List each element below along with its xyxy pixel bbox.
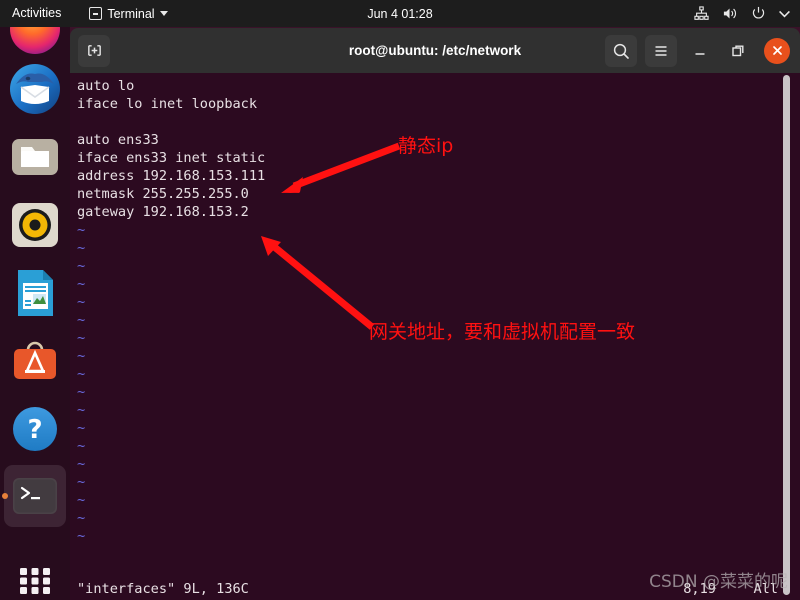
minimize-button[interactable] [685, 36, 715, 66]
chevron-down-icon [159, 11, 168, 16]
vim-tilde-marker: ~ [77, 312, 86, 328]
vim-tilde-marker: ~ [77, 510, 86, 526]
vim-line: netmask 255.255.255.0 [77, 186, 249, 202]
dock-item-show-applications[interactable] [9, 555, 61, 600]
volume-icon[interactable] [722, 6, 738, 21]
desktop-screen: Activities Terminal Jun 4 01:28 ? root@u… [0, 0, 800, 600]
dock-item-firefox[interactable] [9, 27, 61, 55]
dock-item-rhythmbox[interactable] [9, 199, 61, 251]
vim-status-position: 8,19 [683, 581, 716, 597]
vim-line: iface ens33 inet static [77, 150, 266, 166]
vim-line: iface lo inet loopback [77, 96, 258, 112]
vim-tilde-marker: ~ [77, 366, 86, 382]
dock-item-terminal[interactable] [9, 470, 61, 522]
new-tab-button[interactable] [78, 34, 110, 67]
vim-tilde-marker: ~ [77, 348, 86, 364]
dock-running-indicator [2, 493, 8, 499]
vim-tilde-marker: ~ [77, 258, 86, 274]
vim-tilde-marker: ~ [77, 420, 86, 436]
maximize-button[interactable] [723, 36, 753, 66]
vim-buffer: auto lo iface lo inet loopback auto ens33 i… [70, 73, 800, 600]
ubuntu-dock: ? [0, 27, 70, 600]
menu-button[interactable] [645, 34, 677, 67]
terminal-window: root@ubuntu: /etc/network auto lo iface … [70, 28, 800, 600]
vim-tilde-marker: ~ [77, 402, 86, 418]
vim-tilde-marker: ~ [77, 294, 86, 310]
vim-status-file: "interfaces" 9L, 136C [77, 581, 249, 597]
svg-text:?: ? [27, 415, 42, 445]
vim-line: address 192.168.153.111 [77, 168, 266, 184]
network-wired-icon[interactable] [694, 6, 709, 21]
vim-tilde-marker: ~ [77, 492, 86, 508]
titlebar-controls [605, 28, 800, 73]
power-icon[interactable] [751, 6, 766, 21]
activities-button[interactable]: Activities [0, 0, 71, 27]
app-menu-terminal[interactable]: Terminal [89, 6, 168, 21]
vim-line: gateway 192.168.153.2 [77, 204, 249, 220]
dock-item-files[interactable] [9, 131, 61, 183]
gnome-top-bar: Activities Terminal Jun 4 01:28 [0, 0, 800, 27]
vim-tilde-marker: ~ [77, 456, 86, 472]
app-menu-label: Terminal [107, 6, 155, 21]
window-titlebar[interactable]: root@ubuntu: /etc/network [70, 28, 800, 73]
vim-tilde-marker: ~ [77, 474, 86, 490]
terminal-content[interactable]: auto lo iface lo inet loopback auto ens33 i… [70, 73, 800, 600]
vim-tilde-marker: ~ [77, 438, 86, 454]
vim-tilde-marker: ~ [77, 384, 86, 400]
dock-item-help[interactable]: ? [9, 403, 61, 455]
dock-item-thunderbird[interactable] [9, 63, 61, 115]
vim-tilde-marker: ~ [77, 528, 86, 544]
vim-tilde-marker: ~ [77, 276, 86, 292]
tray-chevron-down-icon[interactable] [779, 10, 790, 18]
vim-status-scroll: All [753, 581, 778, 597]
search-button[interactable] [605, 34, 637, 67]
vim-line: auto lo [77, 78, 135, 94]
dock-item-libreoffice-writer[interactable] [9, 267, 61, 319]
vim-tilde-marker: ~ [77, 330, 86, 346]
dock-item-ubuntu-software[interactable] [9, 335, 61, 387]
system-tray[interactable] [694, 0, 790, 27]
vim-line: auto ens33 [77, 132, 159, 148]
vim-tilde-marker: ~ [77, 222, 86, 238]
close-button[interactable] [764, 37, 790, 64]
vim-tilde-marker: ~ [77, 240, 86, 256]
terminal-scrollbar[interactable] [783, 75, 790, 595]
terminal-icon [89, 7, 103, 20]
